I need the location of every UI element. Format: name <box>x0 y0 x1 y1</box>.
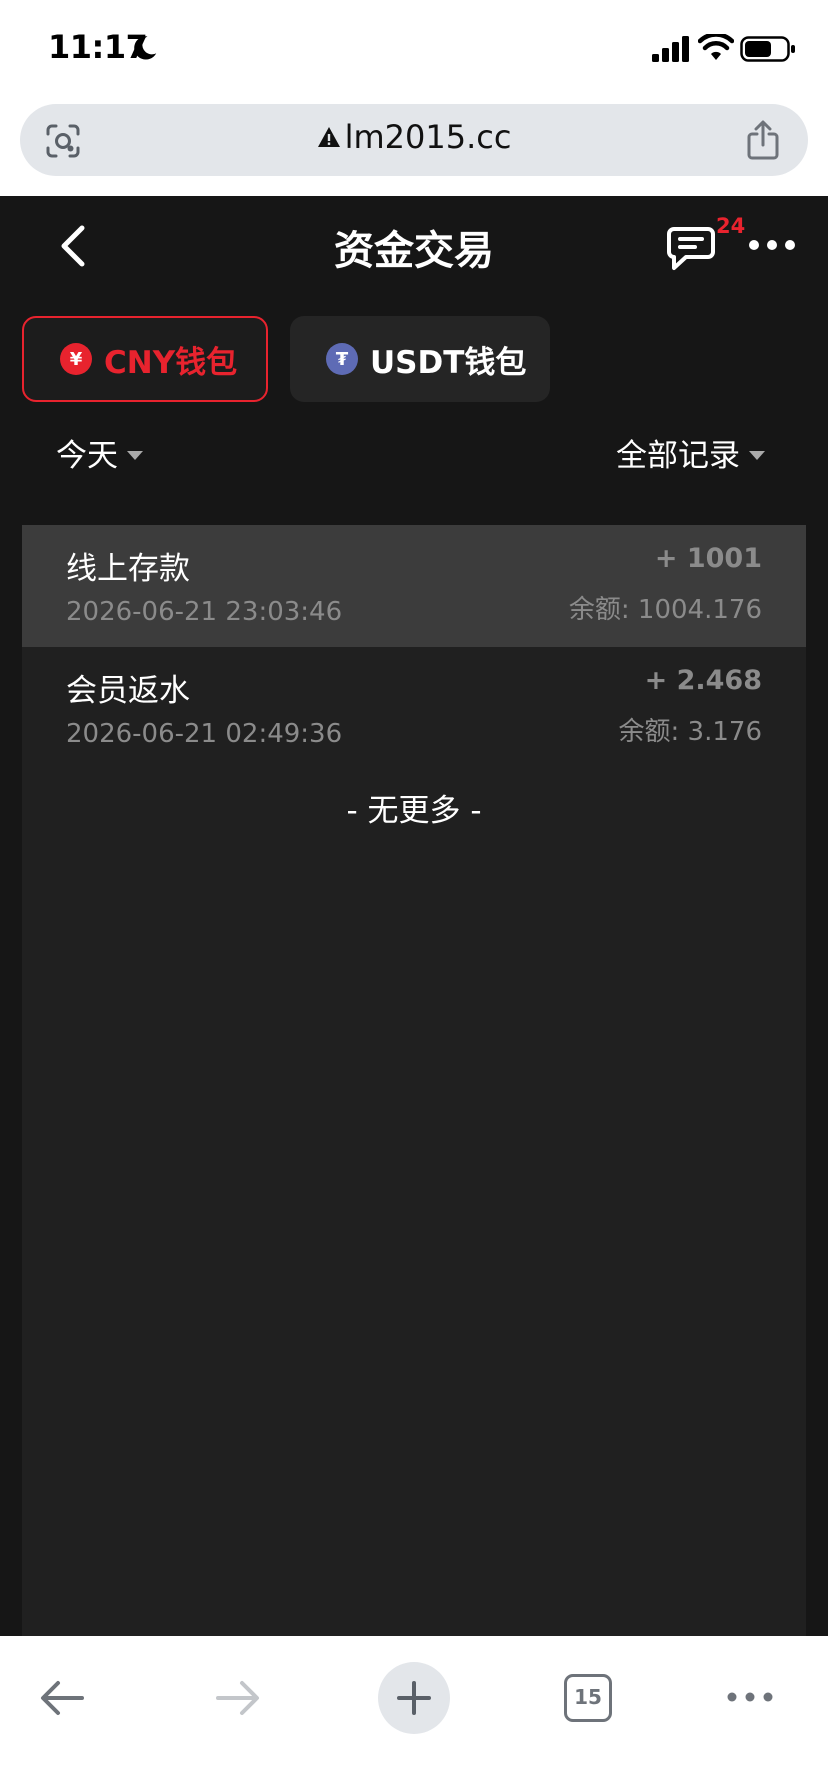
transaction-row[interactable]: 会员返水 2026-06-21 02:49:36 + 2.468 余额: 3.1… <box>22 647 806 769</box>
browser-back-icon[interactable] <box>38 1678 86 1718</box>
funds-transaction-page: 资金交易 24 ¥ CNY钱包 ₮ USDT钱包 今天 全部记录 线上存款 20… <box>0 196 828 1636</box>
message-icon[interactable] <box>666 226 716 272</box>
more-options-icon[interactable] <box>748 238 796 252</box>
cellular-signal-icon <box>652 36 689 62</box>
transaction-balance: 余额: 1004.176 <box>568 595 762 625</box>
plus-icon <box>397 1681 431 1715</box>
status-bar: 11:17 <box>0 0 828 100</box>
caret-down-icon <box>127 451 143 460</box>
usdt-coin-icon: ₮ <box>326 343 358 375</box>
transaction-title: 线上存款 <box>66 551 190 587</box>
cny-coin-icon: ¥ <box>60 343 92 375</box>
browser-toolbar: 15 <box>0 1636 828 1792</box>
url-display[interactable]: lm2015.cc <box>20 118 808 156</box>
record-type-dropdown[interactable]: 全部记录 <box>616 430 766 475</box>
transaction-row[interactable]: 线上存款 2026-06-21 23:03:46 + 1001 余额: 1004… <box>22 525 806 647</box>
transaction-title: 会员返水 <box>66 673 190 709</box>
new-tab-button[interactable] <box>378 1662 450 1734</box>
caret-down-icon <box>749 451 765 460</box>
moon-icon <box>134 36 157 60</box>
no-more-text: - 无更多 - <box>346 793 482 829</box>
record-type-label: 全部记录 <box>616 438 740 474</box>
address-bar[interactable]: lm2015.cc <box>20 104 808 176</box>
url-text: lm2015.cc <box>344 118 512 156</box>
message-count-badge: 24 <box>716 214 746 238</box>
tab-switcher-button[interactable]: 15 <box>564 1674 612 1722</box>
transaction-amount: + 1001 <box>654 543 762 574</box>
transaction-list: 线上存款 2026-06-21 23:03:46 + 1001 余额: 1004… <box>22 525 806 1636</box>
wifi-icon <box>698 34 734 60</box>
transaction-date: 2026-06-21 02:49:36 <box>66 719 343 749</box>
tab-cny-wallet[interactable]: ¥ CNY钱包 <box>22 316 268 402</box>
tab-usdt-label: USDT钱包 <box>370 344 527 381</box>
warning-icon <box>317 127 340 147</box>
date-filter-dropdown[interactable]: 今天 <box>56 430 144 475</box>
battery-icon <box>740 36 795 62</box>
transaction-amount: + 2.468 <box>644 665 762 696</box>
browser-forward-icon[interactable] <box>214 1678 262 1718</box>
tab-cny-label: CNY钱包 <box>104 344 238 381</box>
share-icon[interactable] <box>744 120 782 160</box>
date-filter-label: 今天 <box>56 438 118 474</box>
browser-menu-icon[interactable] <box>726 1690 774 1704</box>
tab-usdt-wallet[interactable]: ₮ USDT钱包 <box>290 316 550 402</box>
transaction-date: 2026-06-21 23:03:46 <box>66 597 343 627</box>
transaction-balance: 余额: 3.176 <box>618 717 762 747</box>
